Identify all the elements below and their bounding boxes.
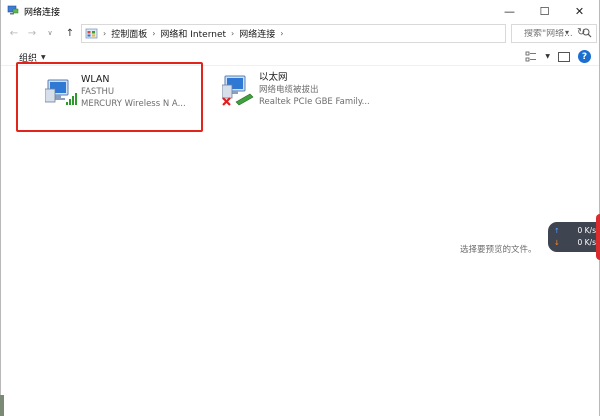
network-speed-widget[interactable]: ↑ 0 K/s ↓ 0 K/s: [548, 222, 600, 252]
upload-speed-row: ↑ 0 K/s: [554, 226, 596, 235]
chevron-down-icon: ▼: [41, 54, 46, 61]
breadcrumb-separator[interactable]: ›: [231, 29, 234, 38]
breadcrumb-separator[interactable]: ›: [152, 29, 155, 38]
arrow-up-icon: ↑: [554, 226, 560, 235]
network-connections-window: 网络连接 — ☐ ✕ ← → ∨ ↑ › 控制面板 › 网络和 Internet…: [0, 0, 600, 416]
navigation-bar: ← → ∨ ↑ › 控制面板 › 网络和 Internet › 网络连接 › ▾…: [1, 22, 599, 45]
address-bar[interactable]: › 控制面板 › 网络和 Internet › 网络连接 › ▾ ↻: [81, 24, 585, 43]
help-icon[interactable]: ?: [578, 50, 591, 63]
download-speed-row: ↓ 0 K/s: [554, 238, 596, 247]
connection-text: WLAN FASTHU MERCURY Wireless N A...: [81, 74, 186, 110]
breadcrumb-separator[interactable]: ›: [103, 29, 106, 38]
download-speed: 0 K/s: [577, 238, 596, 247]
window-title: 网络连接: [24, 8, 61, 18]
upload-speed: 0 K/s: [577, 226, 596, 235]
arrow-down-icon: ↓: [554, 238, 560, 247]
recent-locations-button[interactable]: ∨: [43, 26, 57, 40]
connection-text: 以太网 网络电缆被拔出 Realtek PCIe GBE Family...: [259, 72, 370, 108]
control-panel-icon: [85, 28, 98, 39]
breadcrumb: › 控制面板 › 网络和 Internet › 网络连接 ›: [98, 27, 288, 40]
breadcrumb-separator[interactable]: ›: [280, 29, 283, 38]
back-button[interactable]: ←: [7, 26, 21, 40]
change-view-icon[interactable]: [525, 51, 537, 63]
up-button[interactable]: ↑: [63, 26, 77, 40]
connection-device: Realtek PCIe GBE Family...: [259, 97, 370, 107]
view-controls: ▼ ?: [525, 50, 591, 63]
forward-button[interactable]: →: [25, 26, 39, 40]
chevron-down-icon[interactable]: ▼: [545, 53, 550, 60]
connection-status: FASTHU: [81, 87, 115, 97]
network-connections-icon: [7, 5, 19, 15]
preview-pane-icon[interactable]: [558, 51, 570, 62]
connection-name: WLAN: [81, 74, 110, 85]
desktop-background-strip: [0, 395, 4, 416]
connection-item-ethernet[interactable]: 以太网 网络电缆被拔出 Realtek PCIe GBE Family...: [219, 70, 379, 120]
search-icon: [582, 28, 592, 38]
minimize-button[interactable]: —: [493, 0, 526, 22]
preview-pane-message: 选择要预览的文件。: [460, 245, 537, 255]
breadcrumb-network-connections[interactable]: 网络连接: [239, 27, 275, 40]
connection-device: MERCURY Wireless N A...: [81, 99, 186, 109]
close-button[interactable]: ✕: [563, 0, 596, 22]
ethernet-adapter-icon: [222, 75, 254, 106]
breadcrumb-network-internet[interactable]: 网络和 Internet: [160, 27, 226, 40]
connection-status: 网络电缆被拔出: [259, 85, 319, 95]
breadcrumb-control-panel[interactable]: 控制面板: [111, 27, 147, 40]
maximize-button[interactable]: ☐: [528, 0, 561, 22]
wireless-adapter-icon: [45, 79, 77, 105]
title-bar[interactable]: 网络连接 — ☐ ✕: [1, 0, 599, 22]
widget-edge-handle[interactable]: [596, 214, 600, 260]
connection-name: 以太网: [259, 72, 288, 83]
connection-item-wlan[interactable]: WLAN FASTHU MERCURY Wireless N A...: [16, 62, 203, 132]
search-box[interactable]: [511, 24, 597, 43]
